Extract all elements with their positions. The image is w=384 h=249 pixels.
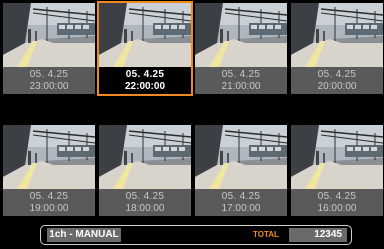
thumbnail-7[interactable]: 05. 4.25 17:00:00 (194, 124, 288, 217)
thumbnail-caption: 05. 4.25 22:00:00 (99, 67, 191, 94)
thumbnail-image (195, 3, 287, 67)
thumbnail-date: 05. 4.25 (29, 69, 69, 80)
thumbnail-time: 21:00:00 (221, 81, 261, 92)
status-frame: 1ch - MANUAL TOTAL 12345 (40, 225, 352, 245)
thumbnail-date: 05. 4.25 (125, 69, 165, 80)
thumbnail-time: 19:00:00 (29, 203, 69, 214)
thumbnail-date: 05. 4.25 (317, 191, 357, 202)
total-label: TOTAL (253, 230, 279, 239)
thumbnail-3[interactable]: 05. 4.25 21:00:00 (194, 2, 288, 95)
thumbnail-caption: 05. 4.25 16:00:00 (291, 189, 383, 216)
thumbnail-date: 05. 4.25 (221, 191, 261, 202)
thumbnail-image (99, 3, 191, 67)
thumbnail-date: 05. 4.25 (221, 69, 261, 80)
thumbnail-date: 05. 4.25 (125, 191, 165, 202)
status-bar: 1ch - MANUAL TOTAL 12345 (0, 222, 384, 249)
thumbnail-image (3, 3, 95, 67)
thumbnail-6[interactable]: 05. 4.25 18:00:00 (98, 124, 192, 217)
thumbnail-time: 17:00:00 (221, 203, 261, 214)
thumbnail-image (291, 125, 383, 189)
thumbnail-image (195, 125, 287, 189)
channel-mode-indicator: 1ch - MANUAL (47, 228, 121, 242)
thumbnail-caption: 05. 4.25 20:00:00 (291, 67, 383, 94)
thumbnail-caption: 05. 4.25 18:00:00 (99, 189, 191, 216)
total-count: 12345 (289, 228, 347, 242)
thumbnail-caption: 05. 4.25 23:00:00 (3, 67, 95, 94)
thumbnail-caption: 05. 4.25 17:00:00 (195, 189, 287, 216)
thumbnail-grid: 05. 4.25 23:00:00 05. 4.25 22:00:00 05. … (0, 0, 384, 220)
thumbnail-5[interactable]: 05. 4.25 19:00:00 (2, 124, 96, 217)
thumbnail-time: 16:00:00 (317, 203, 357, 214)
thumbnail-image (3, 125, 95, 189)
thumbnail-8[interactable]: 05. 4.25 16:00:00 (290, 124, 384, 217)
thumbnail-time: 22:00:00 (124, 81, 166, 92)
thumbnail-date: 05. 4.25 (29, 191, 69, 202)
thumbnail-time: 18:00:00 (125, 203, 165, 214)
thumbnail-1[interactable]: 05. 4.25 23:00:00 (2, 2, 96, 95)
thumbnail-time: 20:00:00 (317, 81, 357, 92)
thumbnail-image (99, 125, 191, 189)
thumbnail-2[interactable]: 05. 4.25 22:00:00 (97, 1, 193, 96)
thumbnail-time: 23:00:00 (29, 81, 69, 92)
thumbnail-caption: 05. 4.25 19:00:00 (3, 189, 95, 216)
thumbnail-date: 05. 4.25 (317, 69, 357, 80)
thumbnail-caption: 05. 4.25 21:00:00 (195, 67, 287, 94)
thumbnail-4[interactable]: 05. 4.25 20:00:00 (290, 2, 384, 95)
thumbnail-image (291, 3, 383, 67)
